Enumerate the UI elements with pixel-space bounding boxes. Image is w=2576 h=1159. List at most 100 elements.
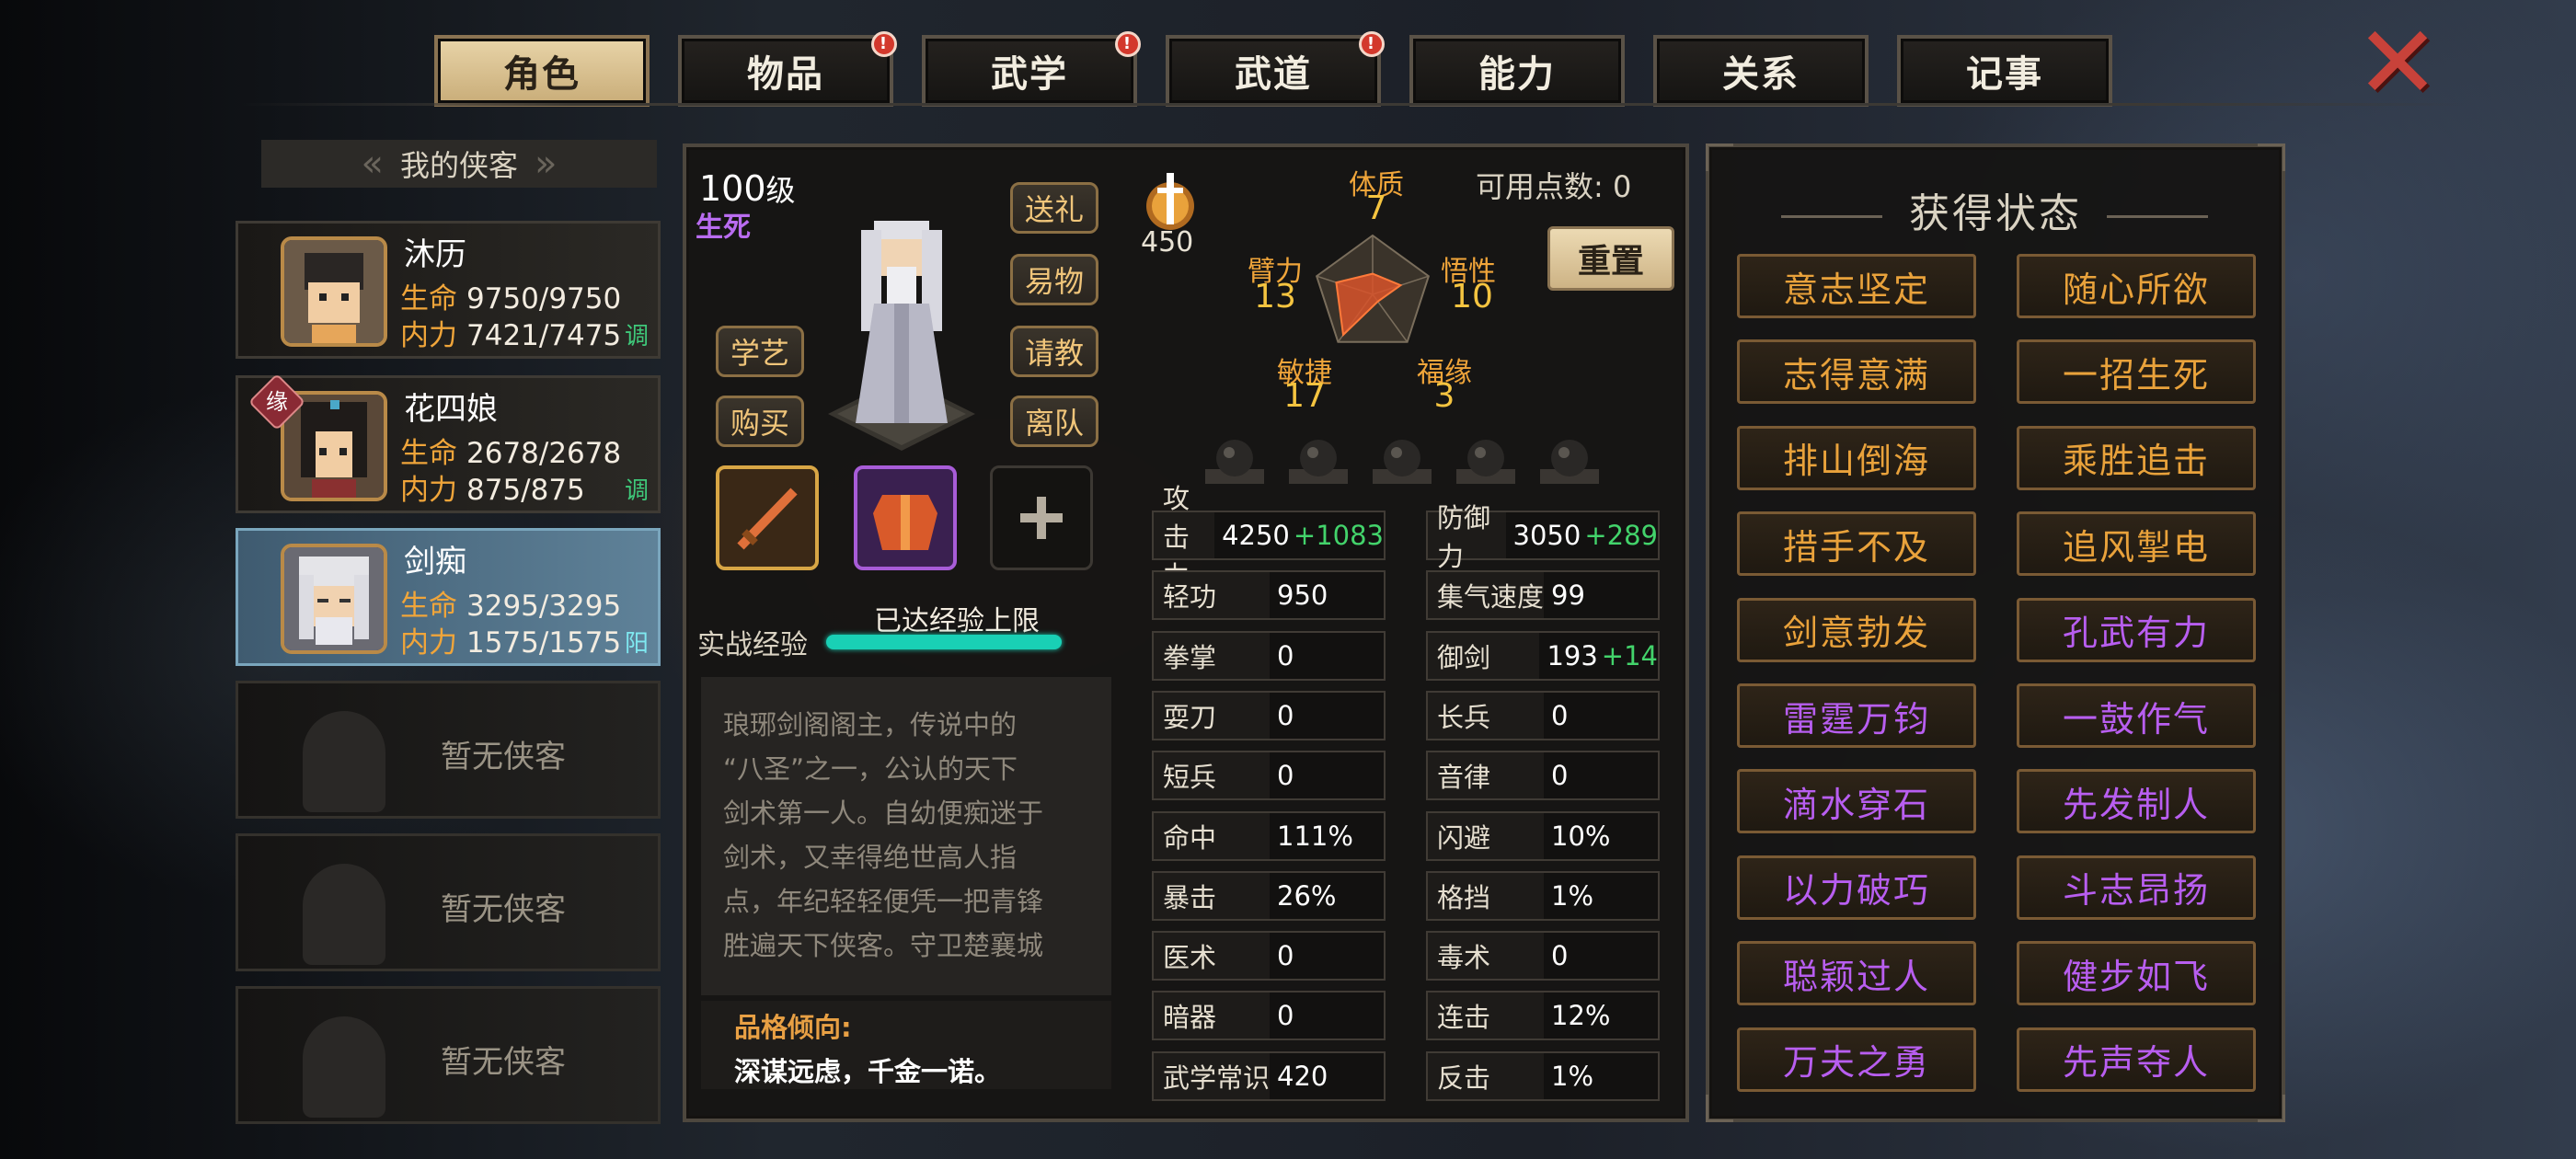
trade-button[interactable]: 易物	[1010, 254, 1098, 305]
status-badge[interactable]: 一招生死	[2017, 339, 2256, 405]
stat-row: 暗器 0	[1152, 991, 1386, 1041]
empty-slot-label: 暂无侠客	[441, 739, 566, 775]
stat-value: 0	[1551, 760, 1569, 792]
stat-row: 长兵 0	[1426, 690, 1660, 740]
frame-corner	[1706, 143, 1733, 171]
accessory-slot[interactable]	[990, 465, 1093, 570]
stat-value: 0	[1277, 940, 1294, 972]
stat-value: 0	[1551, 699, 1569, 731]
character-title: 生死	[696, 212, 751, 244]
stat-label: 闪避	[1428, 812, 1544, 859]
stat-value: 1%	[1551, 1060, 1594, 1092]
skill-orb-slot[interactable]	[1535, 430, 1604, 489]
ask-button[interactable]: 请教	[1010, 326, 1098, 377]
frame-corner	[2258, 143, 2285, 171]
status-badge[interactable]: 措手不及	[1737, 511, 1976, 577]
gift-button[interactable]: 送礼	[1010, 182, 1098, 234]
tab-label: 武学	[991, 53, 1068, 96]
empty-hero-slot[interactable]: 暂无侠客	[236, 681, 661, 819]
hero-name: 剑痴	[404, 544, 466, 580]
attr-value: 10	[1451, 278, 1493, 316]
tab-label: 记事	[1966, 53, 2043, 96]
status-badge[interactable]: 意志坚定	[1737, 254, 1976, 318]
skill-orb-slot[interactable]	[1451, 430, 1521, 489]
tab-1[interactable]: 物品!	[678, 31, 897, 107]
silhouette-icon	[303, 1016, 385, 1118]
stat-value: 0	[1277, 1000, 1294, 1032]
attr-value: 7	[1365, 189, 1387, 227]
hero-card-huasiniang[interactable]: 缘 花四娘 生命 2678/2678 内力 875/875 调	[236, 373, 661, 513]
stat-row: 音律 0	[1426, 751, 1660, 801]
tab-3[interactable]: 武道!	[1166, 31, 1385, 107]
status-badge[interactable]: 先声夺人	[2017, 1027, 2256, 1092]
hero-mp: 内力 1575/1575	[400, 626, 622, 660]
stat-label: 反击	[1428, 1052, 1544, 1099]
skill-orb-slot[interactable]	[1283, 430, 1353, 489]
tab-2[interactable]: 武学!	[922, 31, 1141, 107]
my-heroes-header[interactable]: « 我的侠客 »	[261, 140, 657, 188]
status-badge[interactable]: 滴水穿石	[1737, 769, 1976, 834]
armor-slot[interactable]	[854, 465, 957, 570]
status-badge[interactable]: 健步如飞	[2017, 941, 2256, 1006]
stat-label: 集气速度	[1428, 572, 1544, 619]
empty-hero-slot[interactable]: 暂无侠客	[236, 986, 661, 1124]
empty-hero-slot[interactable]: 暂无侠客	[236, 833, 661, 971]
status-badge[interactable]: 乘胜追击	[2017, 425, 2256, 490]
stat-value: 1%	[1551, 879, 1594, 912]
tab-0[interactable]: 角色	[434, 35, 650, 107]
stat-row: 拳掌 0	[1152, 630, 1386, 681]
status-badge[interactable]: 一鼓作气	[2017, 683, 2256, 748]
attr-value: 13	[1254, 278, 1296, 316]
status-badge[interactable]: 追风掣电	[2017, 511, 2256, 577]
close-icon[interactable]: ✕	[2355, 12, 2440, 113]
attribute-radar	[1315, 234, 1431, 343]
tab-5[interactable]: 关系	[1653, 35, 1869, 107]
stat-row: 短兵 0	[1152, 751, 1386, 801]
stat-label: 暴击	[1154, 872, 1270, 919]
status-badge[interactable]: 雷霆万钧	[1737, 683, 1976, 748]
stat-value: 0	[1277, 639, 1294, 671]
frame-corner	[2258, 1095, 2285, 1122]
tab-6[interactable]: 记事	[1897, 35, 2112, 107]
stat-row: 格挡 1%	[1426, 870, 1660, 921]
stat-value: 0	[1551, 940, 1569, 972]
stat-row: 耍刀 0	[1152, 690, 1386, 740]
exp-status: 已达经验上限	[874, 605, 1040, 637]
tab-4[interactable]: 能力	[1409, 35, 1625, 107]
armor-icon	[873, 495, 937, 550]
weapon-slot[interactable]	[716, 465, 819, 570]
learn-button[interactable]: 学艺	[716, 326, 804, 377]
chevron-left-icon[interactable]: «	[362, 143, 384, 185]
hero-card-jianchi[interactable]: 剑痴 生命 3295/3295 内力 1575/1575 阳	[236, 528, 661, 666]
leave-party-button[interactable]: 离队	[1010, 396, 1098, 447]
status-badge[interactable]: 志得意满	[1737, 339, 1976, 405]
status-badge[interactable]: 聪颖过人	[1737, 941, 1976, 1006]
hero-card-muli[interactable]: 沐历 生命 9750/9750 内力 7421/7475 调	[236, 221, 661, 359]
chevron-right-icon[interactable]: »	[535, 143, 557, 185]
status-badge[interactable]: 孔武有力	[2017, 597, 2256, 662]
stat-label: 短兵	[1154, 752, 1270, 799]
status-badge[interactable]: 以力破巧	[1737, 855, 1976, 920]
divider	[239, 103, 2466, 106]
skill-orb-slot[interactable]	[1367, 430, 1437, 489]
stat-value: 111%	[1277, 820, 1353, 852]
status-badge[interactable]: 万夫之勇	[1737, 1027, 1976, 1092]
reset-button[interactable]: 重置	[1547, 226, 1674, 291]
stat-label: 武学常识	[1154, 1052, 1270, 1099]
buy-button[interactable]: 购买	[716, 396, 804, 447]
silhouette-icon	[303, 864, 385, 965]
status-badge[interactable]: 剑意勃发	[1737, 597, 1976, 662]
stat-value: 950	[1277, 580, 1328, 612]
status-badge[interactable]: 先发制人	[2017, 769, 2256, 834]
stat-label: 音律	[1428, 752, 1544, 799]
hero-name: 沐历	[404, 236, 466, 273]
hero-hp: 生命 2678/2678	[400, 437, 622, 470]
stat-row: 闪避 10%	[1426, 810, 1660, 861]
status-badge[interactable]: 随心所欲	[2017, 254, 2256, 318]
stat-row: 暴击 26%	[1152, 870, 1386, 921]
status-badge[interactable]: 排山倒海	[1737, 425, 1976, 490]
stat-row: 武学常识 420	[1152, 1050, 1386, 1101]
stat-value: 3050 +289	[1512, 520, 1658, 551]
status-badge[interactable]: 斗志昂扬	[2017, 855, 2256, 920]
stat-label: 医术	[1154, 933, 1270, 980]
